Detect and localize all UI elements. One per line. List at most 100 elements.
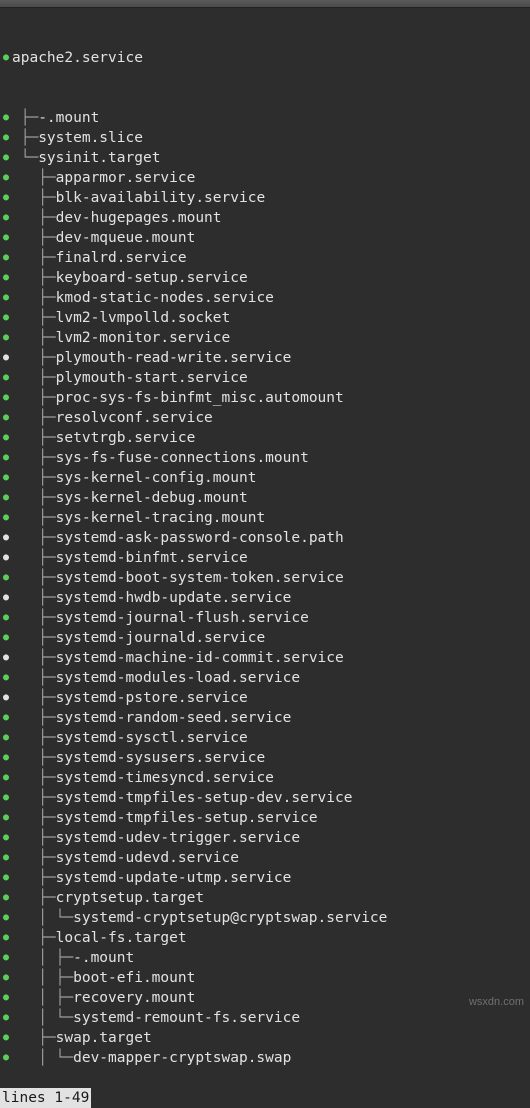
tree-row: ● ├─systemd-ask-password-console.path xyxy=(0,528,530,548)
unit-name: systemd-pstore.service xyxy=(56,688,248,708)
unit-name: systemd-remount-fs.service xyxy=(73,1008,300,1028)
tree-branch: ├─ xyxy=(12,188,56,208)
status-dot-icon: ● xyxy=(0,688,12,708)
status-dot-icon: ● xyxy=(0,488,12,508)
unit-name: dev-hugepages.mount xyxy=(56,208,222,228)
tree-row: ● ├─proc-sys-fs-binfmt_misc.automount xyxy=(0,388,530,408)
tree-row: ● ├─systemd-pstore.service xyxy=(0,688,530,708)
tree-row: ● ├─kmod-static-nodes.service xyxy=(0,288,530,308)
status-dot-icon: ● xyxy=(0,708,12,728)
tree-root-row: ●apache2.service xyxy=(0,48,530,68)
tree-branch: │ └─ xyxy=(12,1048,73,1068)
tree-branch: ├─ xyxy=(12,468,56,488)
unit-name: systemd-tmpfiles-setup-dev.service xyxy=(56,788,353,808)
unit-name: systemd-udev-trigger.service xyxy=(56,828,300,848)
status-dot-icon: ● xyxy=(0,388,12,408)
tree-row: ● ├─systemd-timesyncd.service xyxy=(0,768,530,788)
unit-name: lvm2-monitor.service xyxy=(56,328,231,348)
tree-row: ● ├─systemd-update-utmp.service xyxy=(0,868,530,888)
tree-branch: ├─ xyxy=(12,668,56,688)
tree-row: ● ├─sys-kernel-config.mount xyxy=(0,468,530,488)
tree-row: ● ├─sys-kernel-tracing.mount xyxy=(0,508,530,528)
tree-row: ● ├─blk-availability.service xyxy=(0,188,530,208)
tree-branch: ├─ xyxy=(12,368,56,388)
tree-row: ● ├─swap.target xyxy=(0,1028,530,1048)
tree-branch: ├─ xyxy=(12,308,56,328)
tree-row: ● ├─dev-mqueue.mount xyxy=(0,228,530,248)
status-dot-icon: ● xyxy=(0,788,12,808)
tree-row: ● │ ├─recovery.mount xyxy=(0,988,530,1008)
status-dot-icon: ● xyxy=(0,328,12,348)
status-dot-icon: ● xyxy=(0,448,12,468)
unit-name: systemd-random-seed.service xyxy=(56,708,292,728)
unit-name: setvtrgb.service xyxy=(56,428,196,448)
tree-row: ● ├─lvm2-monitor.service xyxy=(0,328,530,348)
status-dot-icon: ● xyxy=(0,348,12,368)
tree-branch: ├─ xyxy=(12,448,56,468)
status-dot-icon: ● xyxy=(0,248,12,268)
terminal-output: ●apache2.service ● ├─-.mount● ├─system.s… xyxy=(0,8,530,1088)
status-dot-icon: ● xyxy=(0,1008,12,1028)
unit-name: dev-mqueue.mount xyxy=(56,228,196,248)
status-dot-icon: ● xyxy=(0,48,12,68)
tree-row: ● ├─resolvconf.service xyxy=(0,408,530,428)
status-dot-icon: ● xyxy=(0,648,12,668)
tree-branch: ├─ xyxy=(12,868,56,888)
status-dot-icon: ● xyxy=(0,748,12,768)
status-dot-icon: ● xyxy=(0,308,12,328)
tree-row: ● ├─systemd-udev-trigger.service xyxy=(0,828,530,848)
status-dot-icon: ● xyxy=(0,588,12,608)
tree-row: ● ├─systemd-journal-flush.service xyxy=(0,608,530,628)
unit-name: systemd-binfmt.service xyxy=(56,548,248,568)
tree-row: ● ├─systemd-tmpfiles-setup-dev.service xyxy=(0,788,530,808)
unit-name: keyboard-setup.service xyxy=(56,268,248,288)
tree-row: ● ├─lvm2-lvmpolld.socket xyxy=(0,308,530,328)
status-dot-icon: ● xyxy=(0,548,12,568)
unit-name: systemd-journal-flush.service xyxy=(56,608,309,628)
unit-name: cryptsetup.target xyxy=(56,888,204,908)
unit-name: systemd-udevd.service xyxy=(56,848,239,868)
status-dot-icon: ● xyxy=(0,108,12,128)
tree-branch: ├─ xyxy=(12,328,56,348)
unit-name: apparmor.service xyxy=(56,168,196,188)
unit-name: systemd-ask-password-console.path xyxy=(56,528,344,548)
unit-name: dev-mapper-cryptswap.swap xyxy=(73,1048,291,1068)
tree-row: ● ├─systemd-boot-system-token.service xyxy=(0,568,530,588)
tree-branch: ├─ xyxy=(12,268,56,288)
status-dot-icon: ● xyxy=(0,728,12,748)
pager-status-line: lines 1-49 xyxy=(0,1088,91,1108)
status-dot-icon: ● xyxy=(0,888,12,908)
tree-row: ● ├─systemd-udevd.service xyxy=(0,848,530,868)
tree-branch: ├─ xyxy=(12,788,56,808)
status-dot-icon: ● xyxy=(0,608,12,628)
unit-name: sys-kernel-debug.mount xyxy=(56,488,248,508)
tree-row: ● ├─systemd-machine-id-commit.service xyxy=(0,648,530,668)
tree-branch: ├─ xyxy=(12,408,56,428)
status-dot-icon: ● xyxy=(0,528,12,548)
unit-name: swap.target xyxy=(56,1028,152,1048)
tree-branch: │ └─ xyxy=(12,1008,73,1028)
tree-branch: ├─ xyxy=(12,708,56,728)
tree-row: ● ├─finalrd.service xyxy=(0,248,530,268)
unit-name: sys-fs-fuse-connections.mount xyxy=(56,448,309,468)
tree-branch: │ └─ xyxy=(12,908,73,928)
tree-row: ● ├─systemd-journald.service xyxy=(0,628,530,648)
tree-row: ● ├─sys-kernel-debug.mount xyxy=(0,488,530,508)
tree-row: ● ├─dev-hugepages.mount xyxy=(0,208,530,228)
unit-name: recovery.mount xyxy=(73,988,195,1008)
tree-branch: ├─ xyxy=(12,828,56,848)
unit-name: -.mount xyxy=(73,948,134,968)
tree-branch: ├─ xyxy=(12,508,56,528)
tree-row: ● ├─systemd-sysctl.service xyxy=(0,728,530,748)
unit-name: systemd-hwdb-update.service xyxy=(56,588,292,608)
tree-row: ● └─sysinit.target xyxy=(0,148,530,168)
window-titlebar xyxy=(0,0,530,8)
status-dot-icon: ● xyxy=(0,508,12,528)
tree-branch: ├─ xyxy=(12,728,56,748)
unit-name: systemd-boot-system-token.service xyxy=(56,568,344,588)
status-dot-icon: ● xyxy=(0,908,12,928)
unit-name: systemd-machine-id-commit.service xyxy=(56,648,344,668)
status-dot-icon: ● xyxy=(0,188,12,208)
tree-branch: ├─ xyxy=(12,848,56,868)
unit-name: plymouth-read-write.service xyxy=(56,348,292,368)
